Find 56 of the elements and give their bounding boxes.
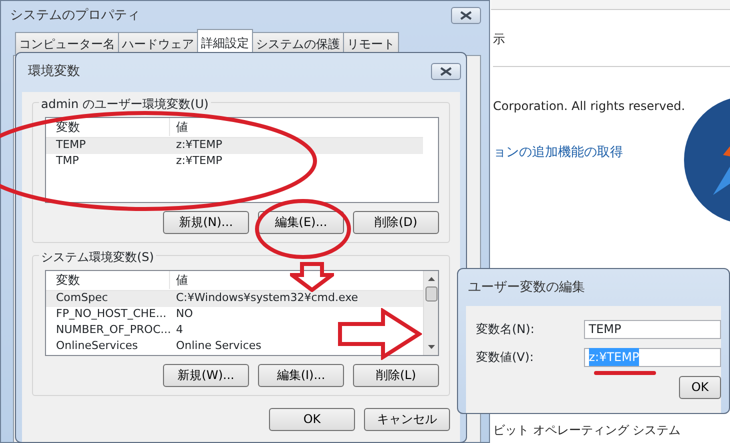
variable-value: C:¥Windows¥system32¥cmd.exe <box>175 290 358 306</box>
variable-value: 4 <box>175 322 183 338</box>
field-label: 変数値(V): <box>476 349 535 366</box>
list-row[interactable]: OnlineServices Online Services <box>46 338 423 354</box>
column-header[interactable]: 値 <box>170 271 188 289</box>
column-header[interactable]: 値 <box>170 118 188 136</box>
variable-name: TMP <box>55 153 80 170</box>
list-row[interactable]: NUMBER_OF_PROC... 4 <box>46 322 423 338</box>
list-row[interactable]: ComSpec C:¥Windows¥system32¥cmd.exe <box>46 290 423 306</box>
feature-link[interactable]: ョンの追加機能の取得 <box>493 143 623 162</box>
system-type-text: ビット オペレーティング システム <box>493 422 681 438</box>
column-header[interactable]: 変数 <box>46 271 170 289</box>
heading-text: 示 <box>493 31 505 48</box>
window-title: システムのプロパティ <box>10 7 140 25</box>
variable-value: Online Services <box>175 338 262 354</box>
list-row[interactable]: TMP z:¥TEMP <box>46 154 423 170</box>
dialog-button[interactable]: 削除(L) <box>353 364 439 386</box>
dialog-button[interactable]: OK <box>679 376 721 398</box>
dialog-button[interactable]: 編集(I)... <box>258 364 344 386</box>
dialog-button[interactable]: キャンセル <box>364 408 450 430</box>
variable-name: TEMP <box>55 137 87 154</box>
variable-name: OnlineServices <box>55 338 139 354</box>
dialog-title: ユーザー変数の編集 <box>468 280 585 295</box>
close-icon <box>460 11 472 20</box>
group-label: システム環境変数(S) <box>39 248 156 266</box>
underline-mark <box>594 370 656 376</box>
dialog-button[interactable]: 削除(D) <box>353 210 439 234</box>
copyright-text: Corporation. All rights reserved. <box>493 98 686 115</box>
dialog-button[interactable]: 新規(W)... <box>163 364 249 386</box>
column-header[interactable]: 変数 <box>46 118 170 136</box>
tab[interactable]: コンピューター名 <box>15 32 119 54</box>
close-icon <box>440 67 452 76</box>
dialog-button[interactable]: OK <box>269 408 355 430</box>
dialog-button[interactable]: 編集(E)... <box>258 210 344 234</box>
variable-value: z:¥TEMP <box>175 153 222 170</box>
close-button[interactable] <box>451 7 481 24</box>
group-label: admin のユーザー環境変数(U) <box>39 94 211 112</box>
variable-name: NUMBER_OF_PROC... <box>55 322 170 338</box>
list-row[interactable]: FP_NO_HOST_CHE... NO <box>46 306 423 322</box>
variable-name: FP_NO_HOST_CHE... <box>55 306 168 322</box>
tab[interactable]: リモート <box>343 32 399 54</box>
dialog-title: 環境変数 <box>28 63 80 81</box>
dialog-button[interactable]: 新規(N)... <box>163 210 249 234</box>
tab[interactable]: 詳細設定 <box>197 28 253 54</box>
arrow-icon <box>290 262 334 292</box>
arrow-icon <box>338 308 422 360</box>
scrollbar[interactable] <box>423 270 438 354</box>
close-button[interactable] <box>431 63 461 80</box>
input-field[interactable]: TEMP <box>584 320 721 338</box>
field-label: 変数名(N): <box>476 321 536 338</box>
list-row[interactable]: TEMP z:¥TEMP <box>46 138 423 154</box>
tab[interactable]: システムの保護 <box>252 32 344 54</box>
tab[interactable]: ハードウェア <box>118 32 198 54</box>
variable-name: ComSpec <box>55 290 109 306</box>
variable-value: z:¥TEMP <box>175 137 222 154</box>
variable-value: NO <box>175 306 193 322</box>
